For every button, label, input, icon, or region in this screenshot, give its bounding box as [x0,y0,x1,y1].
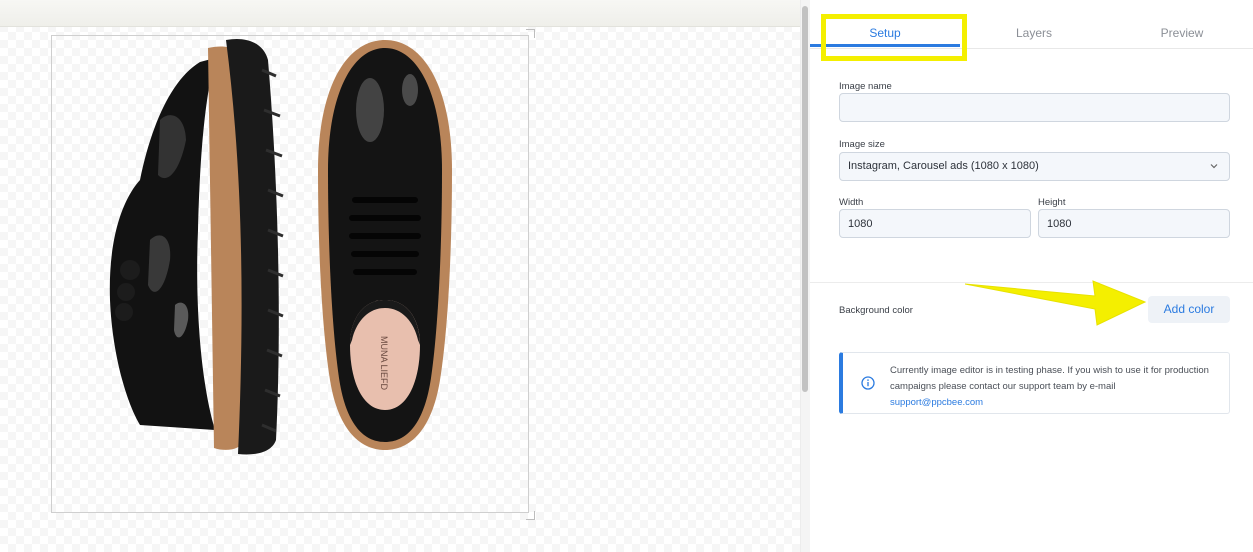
tab-preview[interactable]: Preview [1108,26,1253,40]
insole-brand-logo: MUNA LIEFD [379,336,389,391]
image-size-selected-value: Instagram, Carousel ads (1080 x 1080) [848,160,1039,172]
height-input[interactable] [1038,209,1230,238]
support-email-link[interactable]: support@ppcbee.com [890,397,983,408]
testing-phase-notice: Currently image editor is in testing pha… [839,352,1230,414]
background-color-label: Background color [839,305,913,316]
width-input[interactable] [839,209,1031,238]
left-shoe [109,38,284,455]
tab-layers[interactable]: Layers [960,26,1108,40]
tab-setup[interactable]: Setup [810,26,960,40]
width-label: Width [839,197,864,208]
editor-panel: Setup Layers Preview Image name Image si… [810,0,1253,552]
panel-tabs: Setup Layers Preview [810,0,1253,49]
chevron-down-icon [1210,164,1218,169]
right-shoe: MUNA LIEFD [318,40,452,450]
active-tab-indicator [810,44,960,47]
add-color-button[interactable]: Add color [1148,296,1230,323]
notice-message: Currently image editor is in testing pha… [890,363,1220,411]
section-divider [810,282,1253,283]
image-name-label: Image name [839,81,892,92]
height-label: Height [1038,197,1066,208]
image-size-label: Image size [839,139,885,150]
canvas-scrollbar-thumb[interactable] [802,6,808,392]
image-size-select[interactable]: Instagram, Carousel ads (1080 x 1080) [839,152,1230,181]
image-name-input[interactable] [839,93,1230,122]
info-icon [861,376,875,390]
canvas-area[interactable]: MUNA LIEFD [0,0,800,552]
shoes-image[interactable]: MUNA LIEFD [0,0,800,552]
notice-text: Currently image editor is in testing pha… [890,365,1209,392]
